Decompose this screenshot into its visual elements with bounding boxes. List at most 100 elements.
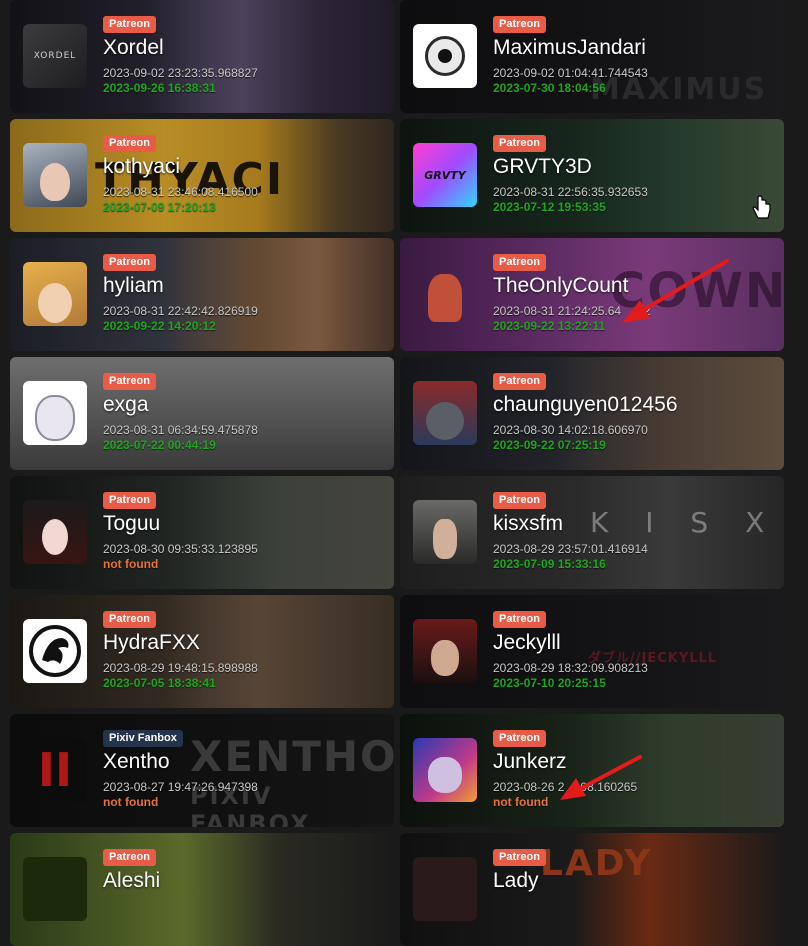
- last-updated-status: 2023-07-05 18:38:41: [103, 676, 216, 690]
- avatar: [23, 143, 87, 207]
- banner-text: XENTHO: [190, 732, 394, 781]
- last-updated-status: 2023-07-30 18:04:56: [493, 81, 606, 95]
- avatar: GRVTY: [413, 143, 477, 207]
- creator-name[interactable]: Aleshi: [103, 869, 160, 893]
- added-timestamp: 2023-08-27 19:47:26.947398: [103, 780, 258, 794]
- avatar: [413, 500, 477, 564]
- platform-badge: Patreon: [103, 611, 156, 628]
- platform-badge: Patreon: [103, 16, 156, 33]
- avatar-logo-text: II: [37, 743, 73, 797]
- creator-card[interactable]: Patreon Aleshi: [10, 833, 394, 946]
- added-timestamp: 2023-08-29 23:57:01.416914: [493, 542, 648, 556]
- creator-card[interactable]: XORDEL Patreon Xordel 2023-09-02 23:23:3…: [10, 0, 394, 113]
- creator-name[interactable]: kothyaci: [103, 155, 180, 179]
- avatar: XORDEL: [23, 24, 87, 88]
- avatar: [413, 857, 477, 921]
- last-updated-status: not found: [103, 795, 159, 809]
- last-updated-status: 2023-07-22 00:44:19: [103, 438, 216, 452]
- creator-name[interactable]: hyliam: [103, 274, 164, 298]
- last-updated-status: 2023-07-12 19:53:35: [493, 200, 606, 214]
- creator-name[interactable]: GRVTY3D: [493, 155, 592, 179]
- platform-badge: Patreon: [493, 849, 546, 866]
- avatar: [413, 24, 477, 88]
- creator-card[interactable]: XENTHO PIXIV FANBOX II Pixiv Fanbox Xent…: [10, 714, 394, 827]
- added-timestamp: 2023-09-02 01:04:41.744543: [493, 66, 648, 80]
- creator-card[interactable]: LADY Patreon Lady: [400, 833, 784, 946]
- avatar: [23, 857, 87, 921]
- platform-badge: Patreon: [493, 730, 546, 747]
- avatar: [413, 738, 477, 802]
- creator-card[interactable]: Patreon hyliam 2023-08-31 22:42:42.82691…: [10, 238, 394, 351]
- avatar: [23, 619, 87, 683]
- creator-grid: XORDEL Patreon Xordel 2023-09-02 23:23:3…: [10, 0, 784, 946]
- added-timestamp: 2023-08-31 23:46:08.416500: [103, 185, 258, 199]
- platform-badge: Patreon: [103, 373, 156, 390]
- added-timestamp: 2023-08-31 21:24:25.64 22: [493, 304, 651, 318]
- webcam-icon: [425, 36, 465, 76]
- creator-card[interactable]: GRVTY Patreon GRVTY3D 2023-08-31 22:56:3…: [400, 119, 784, 232]
- last-updated-status: 2023-07-09 17:20:13: [103, 200, 216, 214]
- avatar: II: [23, 738, 87, 802]
- creator-name[interactable]: Junkerz: [493, 750, 567, 774]
- timestamp-tail: 08.160265: [580, 780, 638, 794]
- platform-badge: Patreon: [103, 254, 156, 271]
- creator-card[interactable]: Patreon HydraFXX 2023-08-29 19:48:15.898…: [10, 595, 394, 708]
- creator-card[interactable]: MAXIMUS Patreon MaximusJandari 2023-09-0…: [400, 0, 784, 113]
- avatar: [23, 500, 87, 564]
- added-timestamp: 2023-08-29 18:32:09.908213: [493, 661, 648, 675]
- last-updated-status: not found: [493, 795, 549, 809]
- creator-card[interactable]: COWN Patreon TheOnlyCount 2023-08-31 21:…: [400, 238, 784, 351]
- creator-card[interactable]: K I S X Patreon kisxsfm 2023-08-29 23:57…: [400, 476, 784, 589]
- added-timestamp: 2023-08-31 06:34:59.475878: [103, 423, 258, 437]
- creator-name[interactable]: Toguu: [103, 512, 160, 536]
- added-timestamp: 2023-08-30 09:35:33.123895: [103, 542, 258, 556]
- creator-name[interactable]: Lady: [493, 869, 539, 893]
- last-updated-status: 2023-09-22 13:22:11: [493, 319, 606, 333]
- added-timestamp: 2023-08-29 19:48:15.898988: [103, 661, 258, 675]
- added-timestamp: 2023-08-31 22:56:35.932653: [493, 185, 648, 199]
- added-timestamp: 2023-09-02 23:23:35.968827: [103, 66, 258, 80]
- platform-badge: Patreon: [493, 492, 546, 509]
- creator-name[interactable]: exga: [103, 393, 149, 417]
- avatar: [23, 381, 87, 445]
- timestamp-tail: 22: [637, 304, 651, 318]
- creator-card[interactable]: THYACI Patreon kothyaci 2023-08-31 23:46…: [10, 119, 394, 232]
- avatar: [413, 262, 477, 326]
- creator-name[interactable]: Xentho: [103, 750, 170, 774]
- last-updated-status: 2023-09-22 14:20:12: [103, 319, 216, 333]
- avatar: [413, 619, 477, 683]
- banner-text: K I S X: [590, 506, 779, 539]
- last-updated-status: 2023-09-26 16:38:31: [103, 81, 216, 95]
- creator-name[interactable]: HydraFXX: [103, 631, 200, 655]
- avatar-logo-text: XORDEL: [33, 51, 77, 61]
- platform-badge: Pixiv Fanbox: [103, 730, 183, 747]
- platform-badge: Patreon: [493, 16, 546, 33]
- last-updated-status: 2023-07-10 20:25:15: [493, 676, 606, 690]
- creator-name[interactable]: Xordel: [103, 36, 164, 60]
- creator-name[interactable]: chaunguyen012456: [493, 393, 678, 417]
- creator-card[interactable]: Patreon Junkerz 2023-08-26 2 08.160265 no…: [400, 714, 784, 827]
- creator-card[interactable]: Patreon chaunguyen012456 2023-08-30 14:0…: [400, 357, 784, 470]
- added-timestamp: 2023-08-31 22:42:42.826919: [103, 304, 258, 318]
- last-updated-status: 2023-07-09 15:33:16: [493, 557, 606, 571]
- platform-badge: Patreon: [493, 135, 546, 152]
- platform-badge: Patreon: [493, 611, 546, 628]
- added-timestamp: 2023-08-30 14:02:18.606970: [493, 423, 648, 437]
- creator-name[interactable]: Jeckylll: [493, 631, 561, 655]
- platform-badge: Patreon: [103, 849, 156, 866]
- platform-badge: Patreon: [493, 373, 546, 390]
- platform-badge: Patreon: [103, 492, 156, 509]
- last-updated-status: 2023-09-22 07:25:19: [493, 438, 606, 452]
- avatar-logo-text: GRVTY: [424, 168, 466, 182]
- creator-name[interactable]: MaximusJandari: [493, 36, 646, 60]
- creator-card[interactable]: Patreon exga 2023-08-31 06:34:59.475878 …: [10, 357, 394, 470]
- avatar: [413, 381, 477, 445]
- creator-card[interactable]: ダブル//JECKYLLL Patreon Jeckylll 2023-08-2…: [400, 595, 784, 708]
- avatar: [23, 262, 87, 326]
- banner-text: LADY: [540, 843, 653, 884]
- creator-name[interactable]: TheOnlyCount: [493, 274, 628, 298]
- dragon-logo-icon: [29, 625, 81, 677]
- platform-badge: Patreon: [103, 135, 156, 152]
- creator-card[interactable]: Patreon Toguu 2023-08-30 09:35:33.123895…: [10, 476, 394, 589]
- creator-name[interactable]: kisxsfm: [493, 512, 563, 536]
